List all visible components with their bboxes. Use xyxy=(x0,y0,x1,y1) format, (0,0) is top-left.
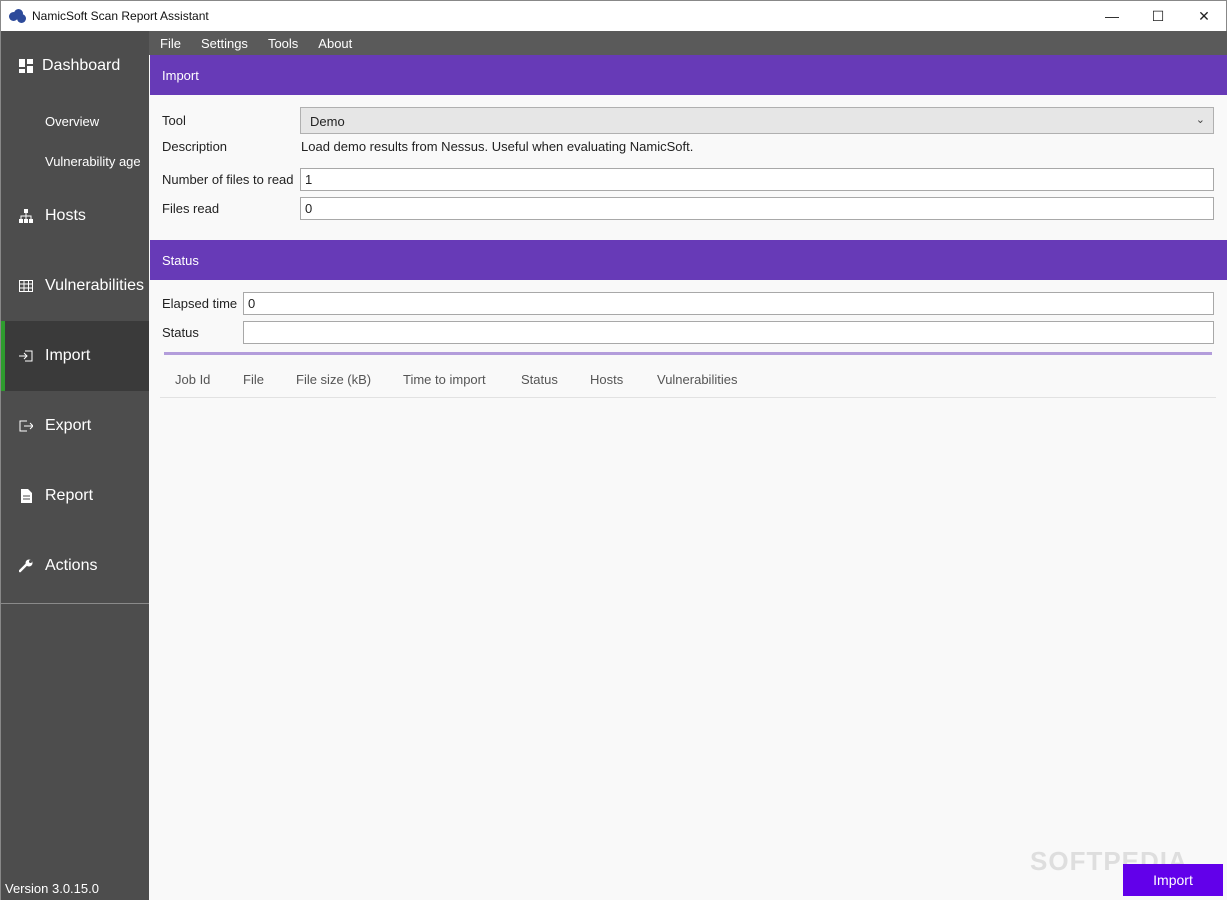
description-value: Load demo results from Nessus. Useful wh… xyxy=(301,139,694,154)
menu-file[interactable]: File xyxy=(149,36,191,51)
sidebar-item-label: Actions xyxy=(45,557,98,574)
maximize-button[interactable]: ☐ xyxy=(1135,1,1181,31)
files-to-read-field[interactable]: 1 xyxy=(300,168,1214,191)
elapsed-time-field[interactable]: 0 xyxy=(243,292,1214,315)
sidebar-item-vulnerabilities[interactable]: Vulnerabilities xyxy=(1,251,149,321)
status-label: Status xyxy=(162,325,199,340)
column-file-size[interactable]: File size (kB) xyxy=(296,372,371,387)
description-label: Description xyxy=(162,139,228,154)
menu-about[interactable]: About xyxy=(308,36,362,51)
import-button[interactable]: Import xyxy=(1123,864,1223,896)
tool-select[interactable]: Demo ⌄ xyxy=(300,107,1214,134)
sidebar-item-dashboard[interactable]: Dashboard xyxy=(1,31,149,101)
sidebar-item-label: Hosts xyxy=(45,207,86,224)
wrench-icon xyxy=(18,559,34,573)
import-progress-bar xyxy=(164,352,1212,355)
status-section-header: Status xyxy=(150,240,1227,280)
column-vulnerabilities[interactable]: Vulnerabilities xyxy=(657,372,737,387)
import-icon xyxy=(18,350,34,362)
window-title: NamicSoft Scan Report Assistant xyxy=(32,9,209,23)
column-hosts[interactable]: Hosts xyxy=(590,372,623,387)
chevron-down-icon: ⌄ xyxy=(1195,114,1205,126)
minimize-button[interactable]: — xyxy=(1089,1,1135,31)
files-read-label: Files read xyxy=(162,201,220,216)
import-section-header: Import xyxy=(150,55,1227,95)
table-icon xyxy=(18,280,34,292)
menu-bar: File Settings Tools About xyxy=(149,31,1227,55)
sidebar-item-label: Export xyxy=(45,417,92,434)
sidebar-item-export[interactable]: Export xyxy=(1,391,149,461)
column-job-id[interactable]: Job Id xyxy=(175,372,210,387)
files-to-read-label: Number of files to read xyxy=(162,172,294,187)
tool-select-value: Demo xyxy=(310,114,345,129)
close-button[interactable]: ✕ xyxy=(1181,1,1227,31)
title-bar: NamicSoft Scan Report Assistant — ☐ ✕ xyxy=(0,0,1227,31)
export-icon xyxy=(18,420,34,432)
menu-settings[interactable]: Settings xyxy=(191,36,258,51)
app-logo-icon xyxy=(9,9,27,23)
sidebar-item-report[interactable]: Report xyxy=(1,461,149,531)
column-file[interactable]: File xyxy=(243,372,264,387)
document-icon xyxy=(18,489,34,503)
status-field[interactable] xyxy=(243,321,1214,344)
sidebar-item-label: Vulnerabilities xyxy=(45,277,145,294)
menu-tools[interactable]: Tools xyxy=(258,36,308,51)
sidebar-item-label: Report xyxy=(45,487,94,504)
version-label: Version 3.0.15.0 xyxy=(5,881,99,896)
hosts-icon xyxy=(18,209,34,223)
sidebar-item-actions[interactable]: Actions xyxy=(1,531,149,601)
elapsed-time-label: Elapsed time xyxy=(162,296,238,311)
tool-label: Tool xyxy=(162,113,186,128)
column-time-to-import[interactable]: Time to import xyxy=(403,372,486,387)
jobs-table-header: Job Id File File size (kB) Time to impor… xyxy=(160,362,1216,398)
files-read-field[interactable]: 0 xyxy=(300,197,1214,220)
sidebar-subitem-overview[interactable]: Overview xyxy=(45,114,99,129)
sidebar-subitem-vulnerability-age[interactable]: Vulnerability age xyxy=(45,154,141,169)
dashboard-icon xyxy=(18,59,34,73)
sidebar-item-hosts[interactable]: Hosts xyxy=(1,181,149,251)
column-status[interactable]: Status xyxy=(521,372,558,387)
sidebar-divider xyxy=(1,603,149,604)
sidebar-item-label: Dashboard xyxy=(42,57,121,74)
sidebar: Dashboard Overview Vulnerability age Hos… xyxy=(0,31,149,900)
sidebar-item-import[interactable]: Import xyxy=(1,321,149,391)
sidebar-item-label: Import xyxy=(45,347,91,364)
